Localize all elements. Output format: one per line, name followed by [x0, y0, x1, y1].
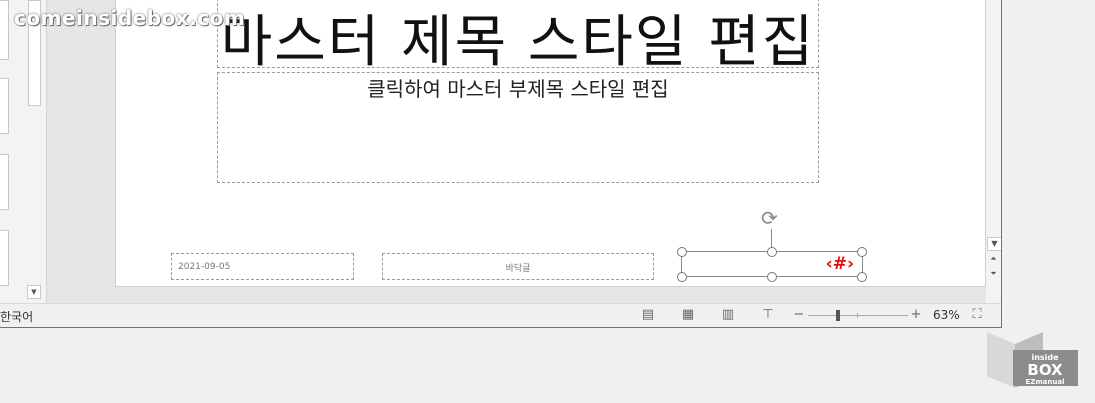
normal-view-icon[interactable]: ▤ — [641, 308, 655, 322]
slide-thumbnail[interactable] — [0, 78, 9, 134]
scroll-down-icon[interactable]: ▼ — [27, 285, 41, 299]
powerpoint-window: ▼ 마스터 제목 스타일 편집 클릭하여 마스터 부제목 스타일 편집 2021… — [0, 0, 1002, 328]
slide-number-text[interactable]: ‹#› — [826, 254, 854, 274]
language-indicator[interactable]: 한국어 — [0, 308, 33, 325]
footer-text[interactable]: 바닥글 — [383, 261, 653, 274]
slide-thumbnail-pane: ▼ — [0, 0, 47, 303]
resize-handle[interactable] — [767, 247, 777, 257]
zoom-slider-center-tick — [857, 313, 858, 318]
scroll-down-icon[interactable]: ▼ — [987, 237, 1001, 251]
zoom-slider-thumb[interactable] — [836, 310, 840, 321]
watermark-text: comeinsidebox.com — [14, 6, 246, 30]
slide-thumbnail[interactable] — [0, 0, 9, 60]
resize-handle[interactable] — [677, 247, 687, 257]
subtitle-text[interactable]: 클릭하여 마스터 부제목 스타일 편집 — [218, 73, 818, 102]
resize-handle[interactable] — [857, 247, 867, 257]
resize-handle[interactable] — [767, 272, 777, 282]
date-text[interactable]: 2021-09-05 — [178, 262, 230, 272]
slide-thumbnail[interactable] — [0, 154, 9, 210]
slide-master-canvas[interactable]: 마스터 제목 스타일 편집 클릭하여 마스터 부제목 스타일 편집 2021-0… — [116, 0, 985, 286]
zoom-slider-track[interactable] — [808, 315, 908, 316]
vertical-scrollbar[interactable]: ▼ ⏶ ⏷ — [986, 0, 1001, 303]
insidebox-logo: inside BOX EZmanual — [987, 332, 1078, 388]
next-slide-icon[interactable]: ⏷ — [987, 268, 1000, 280]
resize-handle[interactable] — [857, 272, 867, 282]
resize-handle[interactable] — [677, 272, 687, 282]
svg-text:BOX: BOX — [1027, 361, 1063, 379]
zoom-level[interactable]: 63% — [933, 308, 960, 322]
status-bar: 한국어 ▤ ▦ ▥ ⊤ − + 63% ⛶ — [0, 303, 1001, 327]
slide-thumbnail[interactable] — [0, 230, 9, 286]
svg-text:EZmanual: EZmanual — [1026, 378, 1065, 386]
rotation-stem — [771, 229, 772, 247]
zoom-in-button[interactable]: + — [909, 308, 923, 322]
slide-show-icon[interactable]: ⊤ — [761, 308, 775, 322]
slide-sorter-icon[interactable]: ▦ — [681, 308, 695, 322]
thumbnail-scrollbar[interactable]: ▼ — [27, 0, 41, 303]
title-text[interactable]: 마스터 제목 스타일 편집 — [218, 0, 818, 78]
fit-to-window-icon[interactable]: ⛶ — [970, 308, 984, 322]
reading-view-icon[interactable]: ▥ — [721, 308, 735, 322]
previous-slide-icon[interactable]: ⏶ — [987, 253, 1000, 265]
rotate-handle-icon[interactable]: ⟳ — [761, 206, 778, 230]
subtitle-placeholder[interactable]: 클릭하여 마스터 부제목 스타일 편집 — [217, 72, 819, 183]
title-placeholder[interactable]: 마스터 제목 스타일 편집 — [217, 0, 819, 75]
date-placeholder[interactable]: 2021-09-05 — [171, 253, 354, 280]
zoom-out-button[interactable]: − — [792, 308, 806, 322]
footer-placeholder[interactable]: 바닥글 — [382, 253, 654, 280]
